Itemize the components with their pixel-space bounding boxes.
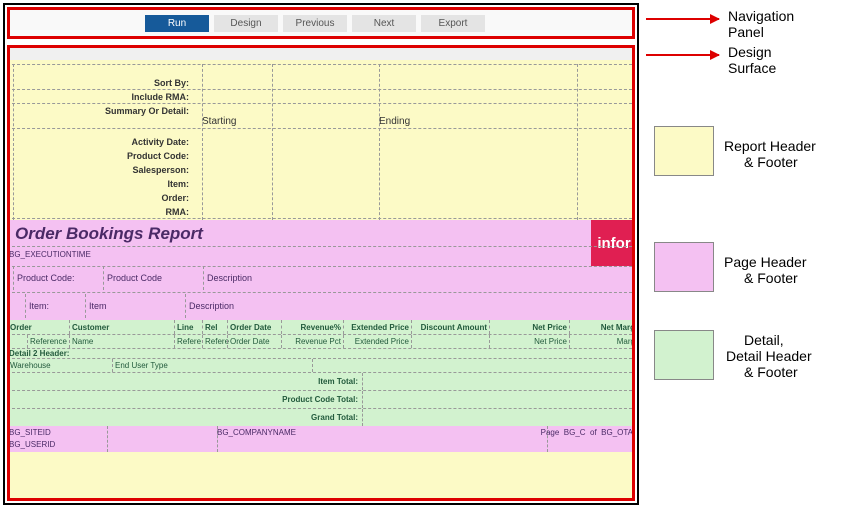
navigation-panel: Run Design Previous Next Export xyxy=(7,7,635,39)
end-user-type-col: End User Type xyxy=(112,359,312,372)
product-code-label: Product Code: xyxy=(127,151,189,161)
infor-logo: infor xyxy=(591,220,635,266)
report-title: Order Bookings Report xyxy=(15,224,203,244)
detail-2-header-label: Detail 2 Header: xyxy=(7,348,635,358)
detail-legend-3: & Footer xyxy=(744,364,798,380)
salesperson-label: Salesperson: xyxy=(132,165,189,175)
company-name-field: BG_COMPANYNAME xyxy=(217,428,296,437)
detail-section[interactable]: Order Customer Line Rel Order Date Reven… xyxy=(7,320,635,426)
design-surface-legend: Design xyxy=(728,44,772,60)
next-button[interactable]: Next xyxy=(352,15,416,32)
detail-row: Reference Name Refere Refere Order Date … xyxy=(7,334,635,348)
nav-panel-legend-2: Panel xyxy=(728,24,764,40)
page-indicator: Page BG_C of BG_OTA xyxy=(541,428,633,437)
item-label-col: Item: xyxy=(25,294,85,318)
legend-panel: Navigation Panel Design Surface Report H… xyxy=(644,0,839,509)
detail-legend: Detail, xyxy=(744,332,784,348)
item-desc-col: Description xyxy=(185,294,635,318)
arrow-icon xyxy=(646,18,719,20)
rma-label: RMA: xyxy=(166,207,190,217)
page-header-legend: Page Header xyxy=(724,254,807,270)
description-col: Description xyxy=(203,266,635,290)
item-total-label: Item Total: xyxy=(7,373,362,390)
arrow-icon xyxy=(646,54,719,56)
design-surface-legend-2: Surface xyxy=(728,60,776,76)
product-code-label-col: Product Code: xyxy=(13,266,103,290)
execution-time-field: BG_EXECUTIONTIME xyxy=(9,250,91,259)
starting-label: Starting xyxy=(202,116,236,127)
report-header-legend: Report Header xyxy=(724,138,816,154)
order-label: Order: xyxy=(161,193,189,203)
report-designer-window: Run Design Previous Next Export Sort By: xyxy=(3,3,639,505)
detail-swatch xyxy=(654,330,714,380)
ending-label: Ending xyxy=(379,116,410,127)
sort-by-label: Sort By: xyxy=(154,78,189,88)
page-header-section[interactable]: Order Bookings Report BG_EXECUTIONTIME i… xyxy=(7,220,635,320)
design-surface: Sort By: Include RMA: Summary Or Detail:… xyxy=(7,45,635,501)
report-header-swatch xyxy=(654,126,714,176)
report-footer-section[interactable] xyxy=(7,452,635,501)
site-id-field: BG_SITEID xyxy=(9,428,51,437)
report-header-legend-2: & Footer xyxy=(744,154,798,170)
run-button[interactable]: Run xyxy=(145,15,209,32)
include-rma-label: Include RMA: xyxy=(132,92,190,102)
product-total-label: Product Code Total: xyxy=(7,391,362,408)
page-footer-section[interactable]: BG_SITEID BG_USERID BG_COMPANYNAME Page … xyxy=(7,426,635,452)
page-header-swatch xyxy=(654,242,714,292)
report-header-section[interactable]: Sort By: Include RMA: Summary Or Detail:… xyxy=(7,60,635,220)
summary-detail-label: Summary Or Detail: xyxy=(105,106,189,116)
previous-button[interactable]: Previous xyxy=(283,15,347,32)
user-id-field: BG_USERID xyxy=(9,440,55,449)
grand-total-label: Grand Total: xyxy=(7,409,362,426)
detail-header-row: Order Customer Line Rel Order Date Reven… xyxy=(7,320,635,334)
nav-panel-legend: Navigation xyxy=(728,8,794,24)
export-button[interactable]: Export xyxy=(421,15,485,32)
design-button[interactable]: Design xyxy=(214,15,278,32)
activity-date-label: Activity Date: xyxy=(131,137,189,147)
item-field-col: Item xyxy=(85,294,185,318)
warehouse-col: Warehouse xyxy=(7,359,112,372)
page-header-legend-2: & Footer xyxy=(744,270,798,286)
detail-legend-2: Detail Header xyxy=(726,348,812,364)
item-label: Item: xyxy=(167,179,189,189)
product-code-field-col: Product Code xyxy=(103,266,203,290)
